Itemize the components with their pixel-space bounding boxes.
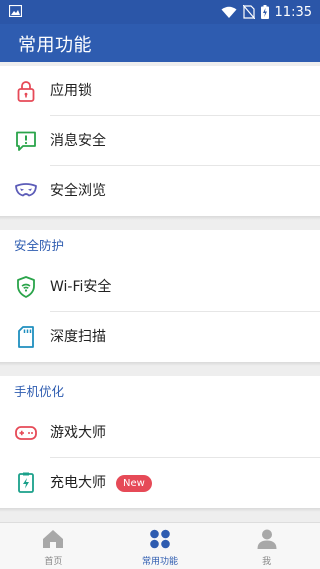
no-sim-icon (242, 5, 255, 19)
section-shadow (0, 508, 320, 512)
list-item-charge-master[interactable]: 充电大师 New (0, 458, 320, 508)
nav-label: 常用功能 (142, 557, 179, 567)
mask-icon (15, 183, 37, 197)
gamepad-icon (15, 426, 37, 440)
charging-icon (18, 472, 34, 493)
list-item-label: 消息安全 (50, 133, 106, 149)
sd-card-icon (18, 326, 34, 348)
new-badge: New (116, 475, 152, 492)
status-time: 11:35 (274, 4, 312, 20)
nav-label: 首页 (44, 557, 63, 567)
optimize-card: 手机优化 游戏大师 充电大师 New (0, 376, 320, 508)
nav-label: 我 (262, 557, 272, 567)
list-item-message-security[interactable]: 消息安全 (0, 116, 320, 166)
list-item-label: 安全浏览 (50, 183, 106, 199)
image-notification-icon (9, 5, 22, 17)
app-bar: 常用功能 (0, 24, 320, 62)
bottom-nav: 首页 常用功能 我 (0, 522, 320, 569)
message-alert-icon (16, 131, 36, 151)
list-item-wifi-security[interactable]: Wi-Fi安全 (0, 262, 320, 312)
list-item-label: 游戏大师 (50, 425, 106, 441)
nav-tab-me[interactable]: 我 (213, 523, 320, 569)
list-item-label: 充电大师 (50, 475, 106, 491)
list-item-app-lock[interactable]: 应用锁 (0, 66, 320, 116)
section-title-security: 安全防护 (14, 238, 65, 253)
list-item-label: 应用锁 (50, 83, 92, 99)
status-bar: 11:35 (0, 0, 320, 24)
wifi-signal-icon (221, 6, 237, 18)
list-item-label: 深度扫描 (50, 329, 106, 345)
nav-tab-home[interactable]: 首页 (0, 523, 107, 569)
person-icon (257, 529, 277, 549)
nav-tab-common-features[interactable]: 常用功能 (107, 523, 214, 569)
section-shadow (0, 362, 320, 366)
features-card: 应用锁 消息安全 安全浏览 (0, 66, 320, 216)
list-item-deep-scan[interactable]: 深度扫描 (0, 312, 320, 362)
grid-dots-icon (150, 529, 170, 549)
battery-charging-icon (260, 5, 269, 19)
page-title: 常用功能 (18, 35, 92, 56)
list-item-label: Wi-Fi安全 (50, 279, 112, 295)
list-item-game-master[interactable]: 游戏大师 (0, 408, 320, 458)
section-shadow (0, 216, 320, 220)
wifi-shield-icon (17, 276, 35, 298)
list-item-safe-browsing[interactable]: 安全浏览 (0, 166, 320, 216)
section-title-optimize: 手机优化 (14, 384, 65, 399)
home-icon (43, 530, 64, 548)
lock-icon (17, 81, 35, 102)
security-card: 安全防护 Wi-Fi安全 深度扫描 (0, 230, 320, 362)
